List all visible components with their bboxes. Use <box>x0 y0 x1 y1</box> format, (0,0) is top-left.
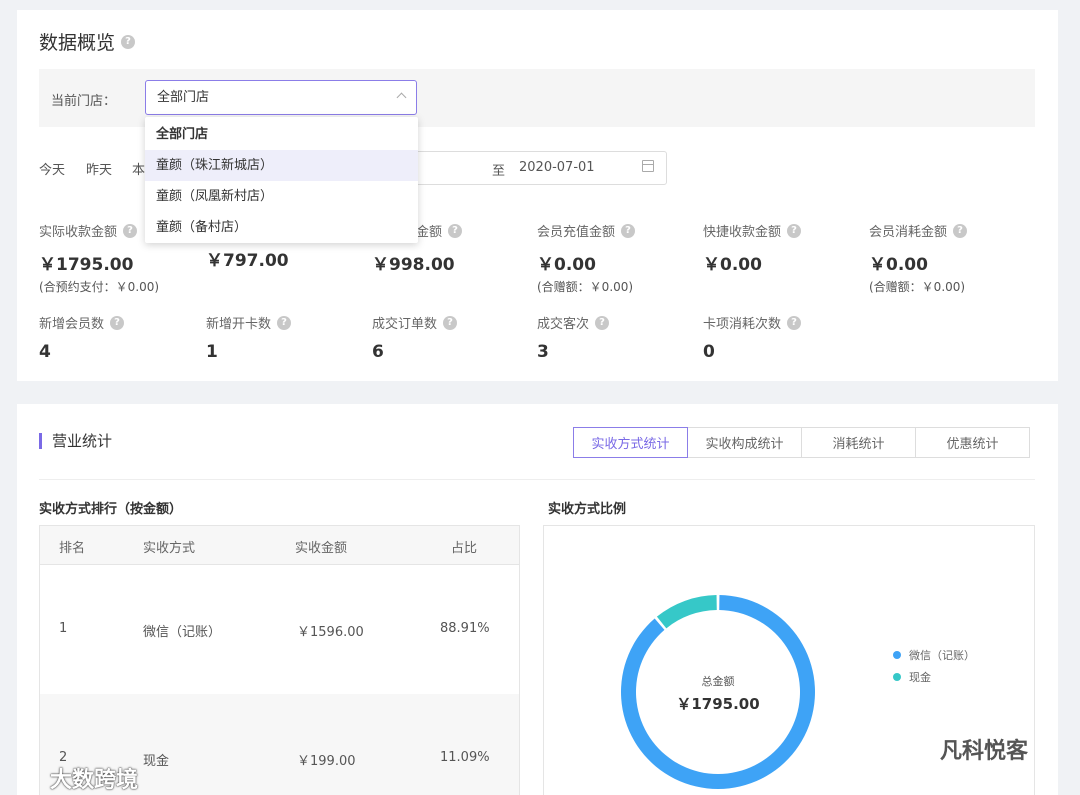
metric-value: ￥1795.00 <box>39 255 134 275</box>
col-rank: 排名 <box>59 541 86 556</box>
metric-sub: (合预约支付：￥0.00) <box>39 280 160 294</box>
section-title: 营业统计 <box>39 433 112 449</box>
metric-label: 实际收款金额 <box>39 225 118 240</box>
metric-new-members: 新增会员数? 4 <box>39 313 199 362</box>
cell-method: 现金 <box>143 754 170 769</box>
cell-ratio: 88.91% <box>440 621 490 636</box>
donut-chart: 总金额 ￥1795.00 <box>621 595 815 789</box>
help-icon[interactable]: ? <box>110 315 125 330</box>
chart-legend: 微信（记账） 现金 <box>893 644 975 688</box>
tab-payment-method[interactable]: 实收方式统计 <box>573 427 688 458</box>
metric-sub: (合赠额：￥0.00) <box>537 280 634 294</box>
metric-sub: (合赠额：￥0.00) <box>869 280 966 294</box>
metric-card-consumption: 卡项消耗次数? 0 <box>703 313 863 362</box>
metric-orders: 成交订单数? 6 <box>372 313 532 362</box>
table-header: 排名 实收方式 实收金额 占比 <box>40 526 519 565</box>
date-shortcut-this[interactable]: 本 <box>132 159 145 178</box>
metric-value: ￥0.00 <box>869 255 928 275</box>
cell-ratio: 11.09% <box>440 750 490 765</box>
overview-title-text: 数据概览 <box>39 32 116 54</box>
metric-value: 3 <box>537 342 549 362</box>
store-select-value: 全部门店 <box>157 90 210 105</box>
metric-value: ￥797.00 <box>206 251 289 271</box>
store-dropdown: 全部门店 童颜（珠江新城店） 童颜（凤凰新村店） 童颜（备村店） <box>145 117 418 243</box>
payment-ranking-table: 排名 实收方式 实收金额 占比 1 微信（记账） ￥1596.00 88.91%… <box>39 525 520 795</box>
metric-label: 快捷收款金额 <box>703 225 782 240</box>
store-option[interactable]: 童颜（珠江新城店） <box>145 150 418 181</box>
date-end[interactable]: 2020-07-01 <box>519 160 595 175</box>
metric-value: 0 <box>703 342 715 362</box>
chevron-up-icon <box>396 92 407 103</box>
watermark-right: 凡科悦客 <box>940 739 1029 764</box>
donut-slice[interactable] <box>621 595 815 789</box>
donut-center-label: 总金额 <box>702 674 735 688</box>
store-option[interactable]: 全部门店 <box>145 119 418 150</box>
metric-customer-visits: 成交客次? 3 <box>537 313 697 362</box>
watermark-left: 大数跨境 <box>50 768 139 793</box>
help-icon[interactable]: ? <box>123 223 138 238</box>
legend-label: 现金 <box>909 671 931 684</box>
donut-slice[interactable] <box>656 595 717 629</box>
tab-discount[interactable]: 优惠统计 <box>915 427 1030 458</box>
metric-member-recharge: 会员充值金额? ￥0.00 (合赠额：￥0.00) <box>537 221 697 295</box>
help-icon[interactable]: ? <box>787 315 802 330</box>
table-row: 1 微信（记账） ￥1596.00 88.91% <box>40 565 519 694</box>
legend-item[interactable]: 现金 <box>893 666 975 688</box>
legend-dot <box>893 673 901 681</box>
help-icon[interactable]: ? <box>621 223 636 238</box>
help-icon[interactable]: ? <box>277 315 292 330</box>
col-method: 实收方式 <box>143 541 196 556</box>
metric-new-cards: 新增开卡数? 1 <box>206 313 366 362</box>
store-option[interactable]: 童颜（凤凰新村店） <box>145 181 418 212</box>
col-ratio: 占比 <box>451 541 478 556</box>
metric-label: 会员消耗金额 <box>869 225 948 240</box>
help-icon[interactable]: ? <box>443 315 458 330</box>
tab-payment-composition[interactable]: 实收构成统计 <box>687 427 802 458</box>
cell-method: 微信（记账） <box>143 625 222 640</box>
cell-amount: ￥1596.00 <box>297 625 364 640</box>
col-amount: 实收金额 <box>295 541 348 556</box>
help-icon[interactable]: ? <box>121 34 136 49</box>
metric-quick-receipts: 快捷收款金额? ￥0.00 <box>703 221 863 275</box>
metric-member-consumption: 会员消耗金额? ￥0.00 (合赠额：￥0.00) <box>869 221 1029 295</box>
metric-label: 卡项消耗次数 <box>703 317 782 332</box>
donut-center-value: ￥1795.00 <box>676 695 759 713</box>
legend-label: 微信（记账） <box>909 649 975 662</box>
legend-item[interactable]: 微信（记账） <box>893 644 975 666</box>
store-label: 当前门店： <box>51 94 117 109</box>
metric-value: ￥0.00 <box>703 255 762 275</box>
help-icon[interactable]: ? <box>787 223 802 238</box>
metric-label: 成交订单数 <box>372 317 438 332</box>
store-option[interactable]: 童颜（备村店） <box>145 212 418 243</box>
legend-dot <box>893 651 901 659</box>
metric-value: 1 <box>206 342 218 362</box>
date-shortcut-today[interactable]: 今天 <box>39 159 65 178</box>
divider <box>39 479 1035 480</box>
overview-title: 数据概览 ? <box>39 28 136 55</box>
date-shortcut-yesterday[interactable]: 昨天 <box>86 159 112 178</box>
metric-label: 会员充值金额 <box>537 225 616 240</box>
store-select[interactable]: 全部门店 <box>145 80 417 115</box>
metric-value: 4 <box>39 342 51 362</box>
help-icon[interactable]: ? <box>953 223 968 238</box>
metric-value: ￥0.00 <box>537 255 596 275</box>
chart-title: 实收方式比例 <box>548 502 627 517</box>
metric-value: 6 <box>372 342 384 362</box>
cell-amount: ￥199.00 <box>297 754 356 769</box>
tab-consumption[interactable]: 消耗统计 <box>801 427 916 458</box>
help-icon[interactable]: ? <box>595 315 610 330</box>
metric-label: 成交客次 <box>537 317 590 332</box>
table-title: 实收方式排行（按金额） <box>39 502 183 517</box>
stats-tabs: 实收方式统计 实收构成统计 消耗统计 优惠统计 <box>573 427 1030 458</box>
date-separator: 至 <box>492 164 506 179</box>
help-icon[interactable]: ? <box>448 223 463 238</box>
cell-rank: 1 <box>59 621 68 636</box>
metric-label: 新增会员数 <box>39 317 105 332</box>
metric-value: ￥998.00 <box>372 255 455 275</box>
calendar-icon[interactable] <box>642 160 654 172</box>
business-stats-card: 营业统计 实收方式统计 实收构成统计 消耗统计 优惠统计 实收方式排行（按金额）… <box>17 404 1058 795</box>
metric-label: 新增开卡数 <box>206 317 272 332</box>
